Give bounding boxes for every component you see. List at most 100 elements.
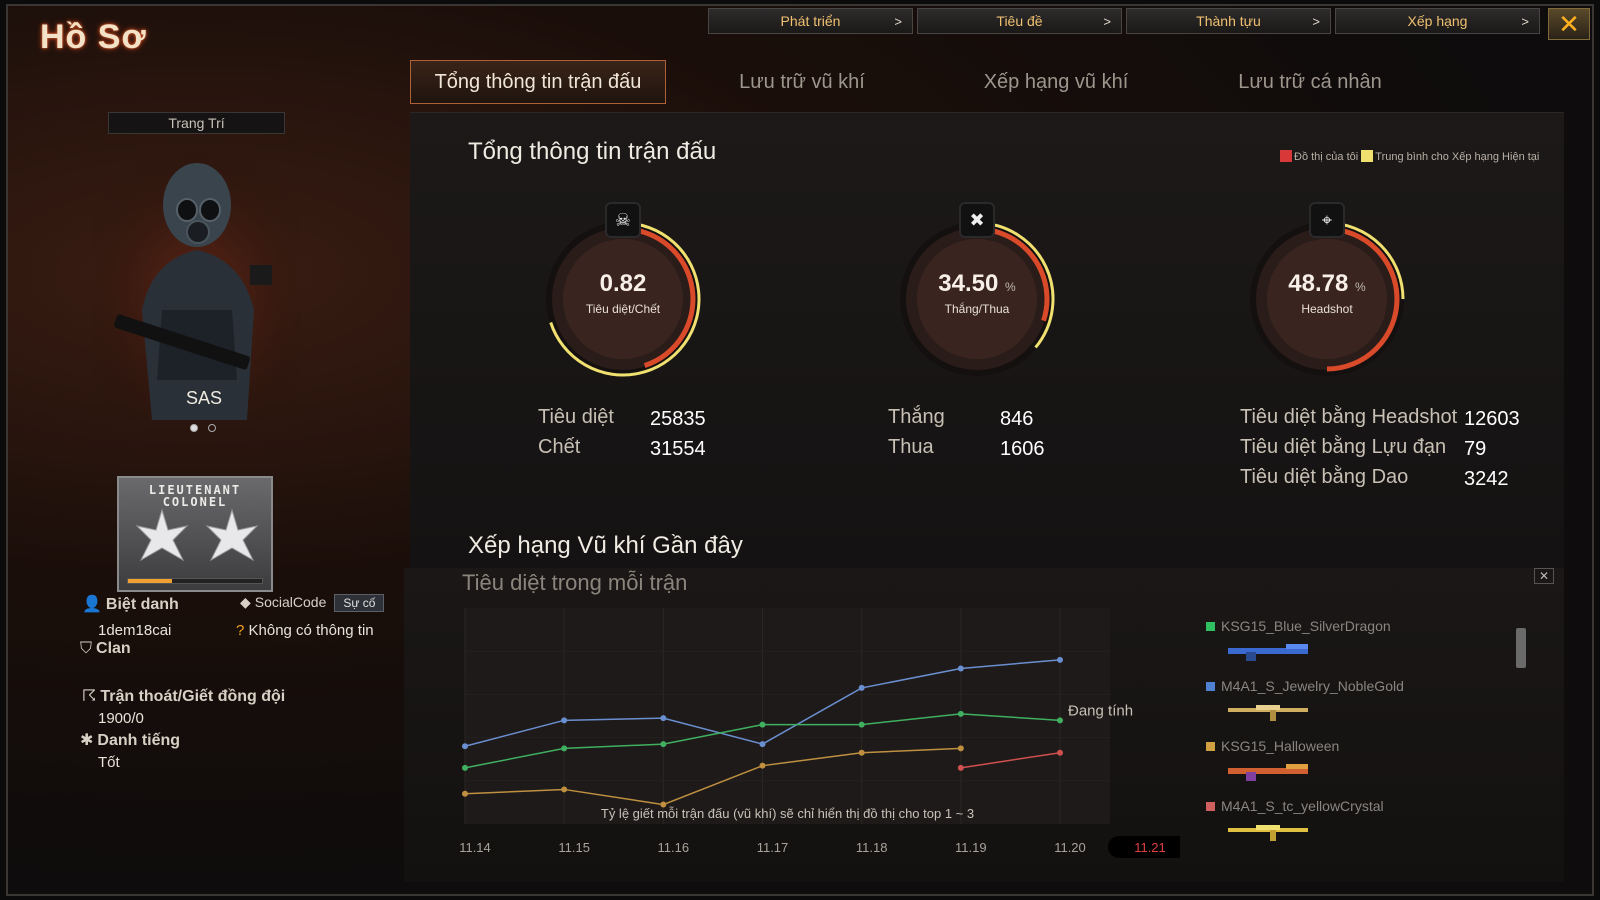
star-icon <box>135 508 259 562</box>
weapon-item[interactable]: KSG15_Halloween <box>1206 738 1339 754</box>
x-tick-label: 11.15 <box>558 840 590 855</box>
stat-label: Tiêu diệt bằng Lựu đạn <box>1240 436 1447 458</box>
stat-value: 79 <box>1464 438 1487 460</box>
data-point <box>858 749 865 756</box>
reputation-value: Tốt <box>98 754 120 771</box>
data-point <box>759 721 766 728</box>
weapon-item[interactable]: M4A1_S_tc_yellowCrystal <box>1206 798 1384 814</box>
menu-development[interactable]: Phát triển > <box>708 8 913 34</box>
menu-label: Tiêu đề <box>996 13 1043 29</box>
rifle-icon <box>1228 825 1308 841</box>
tab-match-summary[interactable]: Tổng thông tin trận đấu <box>410 60 666 104</box>
rifle-icon <box>1228 705 1308 721</box>
legend-avg: Trung bình cho Xếp hạng Hiện tại <box>1375 151 1540 163</box>
pager-dot[interactable] <box>190 424 198 432</box>
legend-swatch-mine <box>1280 150 1292 162</box>
decorate-button[interactable]: Trang Trí <box>108 112 285 134</box>
stat-value: 3242 <box>1464 468 1509 490</box>
menu-achievements[interactable]: Thành tựu > <box>1126 8 1331 34</box>
stat-value: 31554 <box>650 438 706 460</box>
gauge-ring <box>546 221 701 377</box>
shotgun-icon <box>1228 764 1308 781</box>
gauge-ring <box>1250 221 1405 376</box>
weapons-heading: Xếp hạng Vũ khí Gần đây <box>468 532 743 559</box>
rank-title: LIEUTENANT COLONEL <box>148 483 242 509</box>
menu-titles[interactable]: Tiêu đề > <box>917 8 1122 34</box>
data-point <box>462 743 468 750</box>
running-icon: ☈ <box>82 688 97 705</box>
report-button[interactable]: Sự cố <box>334 594 385 612</box>
gauge-number: 0.82 <box>599 270 647 297</box>
stat-label: Chết <box>538 436 581 458</box>
rank-badge: LIEUTENANT COLONEL <box>117 476 273 592</box>
data-point <box>858 721 865 728</box>
character-name: SAS <box>186 388 223 408</box>
gauge-unit: % <box>1005 280 1016 294</box>
pager-dot[interactable] <box>208 424 216 432</box>
tab-bar: Tổng thông tin trận đấu Lưu trữ vũ khí X… <box>410 60 1446 104</box>
chart-subheading: Tiêu diệt trong mỗi trận <box>462 570 688 595</box>
x-tick-label: 11.16 <box>658 840 690 855</box>
clan-icon: ⛉ <box>80 640 93 657</box>
gauge-label: Headshot <box>1301 302 1353 316</box>
stat-value: 1606 <box>1000 438 1045 460</box>
nickname-label: 👤 Biệt danh <box>82 594 179 614</box>
stat-label: Thắng <box>888 406 945 428</box>
data-point <box>660 741 667 748</box>
gauge-ring <box>900 221 1055 376</box>
legend-swatch-avg <box>1361 150 1374 162</box>
chart-plot-area <box>465 608 1110 824</box>
stat-label: Tiêu diệt <box>538 406 614 428</box>
gauge-number: 48.78 <box>1288 270 1349 297</box>
rank-progress-fill <box>128 579 173 583</box>
x-tick-label: 11.14 <box>459 840 491 855</box>
gauge-legend: Đồ thị của tôi Trung bình cho Xếp hạng H… <box>1280 150 1550 164</box>
weapon-swatch <box>1206 742 1215 751</box>
tab-weapon-ranking[interactable]: Xếp hạng vũ khí <box>938 60 1174 104</box>
close-chart-button[interactable]: ✕ <box>1534 568 1554 584</box>
menu-ranking[interactable]: Xếp hạng > <box>1335 8 1540 34</box>
gauge-unit: % <box>1355 280 1366 294</box>
data-point <box>1057 749 1063 756</box>
x-tick-label: 11.17 <box>757 840 789 855</box>
legend-mine: Đồ thị của tôi <box>1294 151 1359 163</box>
weapon-name: M4A1_S_Jewelry_NobleGold <box>1221 678 1404 694</box>
weapon-list-scrollbar[interactable] <box>1516 628 1526 668</box>
social-code-value-text: Không có thông tin <box>248 622 374 639</box>
data-point <box>759 762 766 769</box>
weapon-swatch <box>1206 682 1215 691</box>
tab-personal-archive[interactable]: Lưu trữ cá nhân <box>1192 60 1428 104</box>
tab-weapon-archive[interactable]: Lưu trữ vũ khí <box>684 60 920 104</box>
weapon-item[interactable]: M4A1_S_Jewelry_NobleGold <box>1206 678 1404 694</box>
data-point <box>1057 656 1063 663</box>
nickname-label-text: Biệt danh <box>105 596 179 613</box>
stat-label: Tiêu diệt bằng Headshot <box>1240 406 1458 428</box>
chevron-right-icon: > <box>1521 13 1529 29</box>
close-button[interactable]: ✕ <box>1548 8 1590 40</box>
kills-per-match-chart: Đang tính Tỷ lệ giết mỗi trận đấu (vũ khí… <box>459 608 1180 858</box>
gauge-kd: ☠ 0.82 Tiêu diệt/Chết <box>538 202 708 384</box>
data-point <box>759 741 766 748</box>
stat-label: Tiêu diệt bằng Dao <box>1240 466 1409 488</box>
gauge-label: Thắng/Thua <box>944 302 1010 316</box>
data-point <box>858 684 865 691</box>
data-point <box>561 786 568 793</box>
crossed-guns-icon: ✖ <box>959 202 995 238</box>
data-point <box>957 665 964 672</box>
character-portrait <box>92 150 302 420</box>
user-icon: 👤 <box>82 596 102 613</box>
chevron-right-icon: > <box>1312 13 1320 29</box>
weapon-name: M4A1_S_tc_yellowCrystal <box>1221 798 1384 814</box>
stat-label: Thua <box>888 436 934 458</box>
data-point <box>462 790 468 797</box>
chevron-right-icon: > <box>1103 13 1111 29</box>
chart-note: Tỷ lệ giết mỗi trận đấu (vũ khí) sẽ chỉ … <box>601 806 974 821</box>
x-tick-label: 11.21 <box>1134 840 1166 855</box>
x-tick-label: 11.18 <box>856 840 888 855</box>
computing-label: Đang tính <box>1068 703 1133 720</box>
stat-value: 846 <box>1000 408 1034 430</box>
weapon-item[interactable]: KSG15_Blue_SilverDragon <box>1206 618 1391 634</box>
gauge-headshot: ⌖ 48.78 % Headshot <box>1242 202 1412 384</box>
tag-icon: ◆ <box>240 594 251 610</box>
gauge-center <box>917 239 1037 359</box>
